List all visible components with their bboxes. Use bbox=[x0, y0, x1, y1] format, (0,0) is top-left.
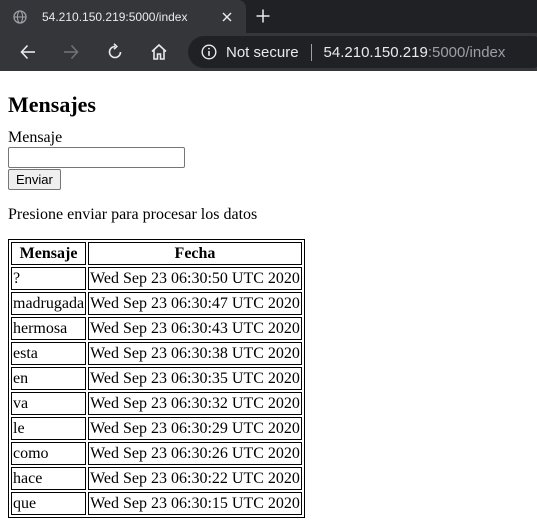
message-cell: le bbox=[11, 417, 87, 440]
date-cell: Wed Sep 23 06:30:35 UTC 2020 bbox=[88, 367, 302, 390]
date-cell: Wed Sep 23 06:30:15 UTC 2020 bbox=[88, 492, 302, 515]
column-header-date: Fecha bbox=[88, 242, 302, 265]
url-path: :5000/index bbox=[427, 43, 506, 61]
plus-icon[interactable] bbox=[253, 6, 273, 26]
forward-arrow-icon[interactable] bbox=[61, 42, 81, 62]
message-cell: hermosa bbox=[11, 317, 87, 340]
address-bar[interactable]: Not secure 54.210.150.219:5000/index bbox=[188, 36, 537, 68]
date-cell: Wed Sep 23 06:30:50 UTC 2020 bbox=[88, 267, 302, 290]
message-cell: ? bbox=[11, 267, 87, 290]
messages-table: Mensaje Fecha ? Wed Sep 23 06:30:50 UTC … bbox=[8, 239, 305, 518]
omnibox-divider bbox=[310, 43, 312, 61]
date-cell: Wed Sep 23 06:30:22 UTC 2020 bbox=[88, 467, 302, 490]
send-button[interactable]: Enviar bbox=[8, 169, 61, 190]
page-title: Mensajes bbox=[8, 92, 96, 117]
message-cell: hace bbox=[11, 467, 87, 490]
message-cell: madrugada bbox=[11, 292, 87, 315]
table-row: le Wed Sep 23 06:30:29 UTC 2020 bbox=[11, 417, 302, 440]
browser-toolbar: Not secure 54.210.150.219:5000/index bbox=[0, 33, 537, 71]
home-icon[interactable] bbox=[149, 42, 169, 62]
table-row: en Wed Sep 23 06:30:35 UTC 2020 bbox=[11, 367, 302, 390]
security-label[interactable]: Not secure bbox=[226, 44, 299, 61]
message-input[interactable] bbox=[8, 147, 185, 168]
message-cell: que bbox=[11, 492, 87, 515]
tab-title: 54.210.150.219:5000/index bbox=[42, 9, 188, 24]
message-cell: va bbox=[11, 392, 87, 415]
instructions-text: Presione enviar para procesar los datos bbox=[8, 206, 258, 223]
favicon-globe-icon bbox=[12, 9, 28, 25]
table-row: hace Wed Sep 23 06:30:22 UTC 2020 bbox=[11, 467, 302, 490]
date-cell: Wed Sep 23 06:30:29 UTC 2020 bbox=[88, 417, 302, 440]
table-row: ? Wed Sep 23 06:30:50 UTC 2020 bbox=[11, 267, 302, 290]
table-row: hermosa Wed Sep 23 06:30:43 UTC 2020 bbox=[11, 317, 302, 340]
date-cell: Wed Sep 23 06:30:47 UTC 2020 bbox=[88, 292, 302, 315]
table-row: madrugada Wed Sep 23 06:30:47 UTC 2020 bbox=[11, 292, 302, 315]
url-host: 54.210.150.219 bbox=[323, 43, 428, 61]
table-header-row: Mensaje Fecha bbox=[11, 242, 302, 265]
date-cell: Wed Sep 23 06:30:38 UTC 2020 bbox=[88, 342, 302, 365]
message-cell: esta bbox=[11, 342, 87, 365]
date-cell: Wed Sep 23 06:30:32 UTC 2020 bbox=[88, 392, 302, 415]
browser-tab[interactable]: 54.210.150.219:5000/index bbox=[0, 0, 246, 33]
message-form: Mensaje Enviar bbox=[8, 129, 529, 190]
message-field-label: Mensaje bbox=[8, 129, 63, 146]
page-content: Mensajes Mensaje Enviar Presione enviar … bbox=[0, 92, 537, 518]
message-cell: en bbox=[11, 367, 87, 390]
reload-icon[interactable] bbox=[105, 42, 125, 62]
info-icon[interactable] bbox=[201, 44, 217, 60]
message-cell: como bbox=[11, 442, 87, 465]
date-cell: Wed Sep 23 06:30:43 UTC 2020 bbox=[88, 317, 302, 340]
close-icon[interactable] bbox=[218, 8, 236, 26]
date-cell: Wed Sep 23 06:30:26 UTC 2020 bbox=[88, 442, 302, 465]
column-header-message: Mensaje bbox=[11, 242, 87, 265]
table-row: como Wed Sep 23 06:30:26 UTC 2020 bbox=[11, 442, 302, 465]
tab-strip: 54.210.150.219:5000/index bbox=[0, 0, 537, 33]
table-row: va Wed Sep 23 06:30:32 UTC 2020 bbox=[11, 392, 302, 415]
table-row: esta Wed Sep 23 06:30:38 UTC 2020 bbox=[11, 342, 302, 365]
back-arrow-icon[interactable] bbox=[18, 42, 38, 62]
table-row: que Wed Sep 23 06:30:15 UTC 2020 bbox=[11, 492, 302, 515]
